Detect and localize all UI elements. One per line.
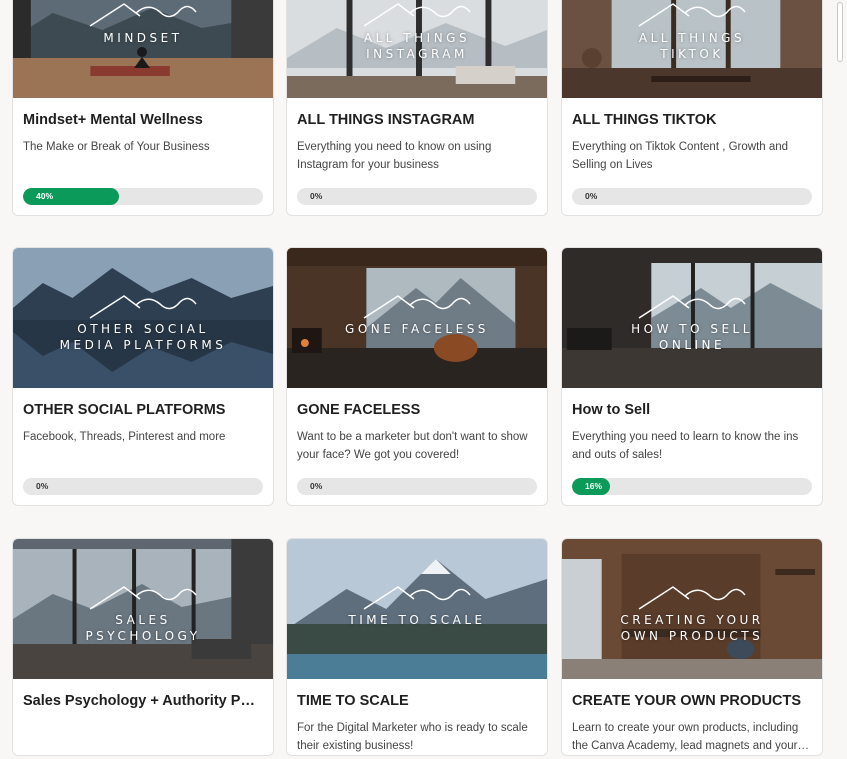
- course-thumbnail[interactable]: OTHER SOCIAL MEDIA PLATFORMS: [13, 248, 273, 388]
- thumbnail-title: OTHER SOCIAL MEDIA PLATFORMS: [59, 322, 227, 352]
- thumbnail-title: GONE FACELESS: [345, 322, 489, 336]
- course-name[interactable]: How to Sell: [572, 402, 812, 418]
- mountain-logo-icon: [638, 586, 746, 610]
- course-description: For the Digital Marketer who is ready to…: [297, 722, 528, 752]
- course-description: Everything on Tiktok Content , Growth an…: [572, 141, 789, 171]
- thumbnail-title: TIME TO SCALE: [348, 613, 486, 627]
- course-description: Want to be a marketer but don't want to …: [297, 431, 528, 461]
- course-description: Facebook, Threads, Pinterest and more: [23, 431, 226, 443]
- course-thumbnail[interactable]: CREATING YOUR OWN PRODUCTS: [562, 539, 822, 679]
- course-card-other-social[interactable]: OTHER SOCIAL MEDIA PLATFORMS OTHER SOCIA…: [12, 247, 274, 506]
- course-card-sales-psychology[interactable]: SALES PSYCHOLOGY Sales Psychology + Auth…: [12, 538, 274, 756]
- progress-bar: 0%: [572, 188, 812, 205]
- progress-label: 0%: [310, 481, 323, 491]
- progress-label: 0%: [310, 191, 323, 201]
- course-description: Learn to create your own products, inclu…: [572, 722, 799, 752]
- mountain-logo-icon: [89, 295, 197, 319]
- course-thumbnail[interactable]: ALL THINGS TIKTOK: [562, 0, 822, 98]
- scrollbar-thumb[interactable]: [837, 2, 843, 62]
- mountain-logo-icon: [638, 3, 746, 27]
- course-name[interactable]: Sales Psychology + Authority Positioning: [23, 693, 263, 709]
- course-name[interactable]: ALL THINGS TIKTOK: [572, 112, 812, 128]
- progress-bar: 16%: [572, 478, 812, 495]
- course-description: Everything you need to learn to know the…: [572, 431, 799, 461]
- thumbnail-title: ALL THINGS TIKTOK: [638, 31, 746, 61]
- course-card-create-products[interactable]: CREATING YOUR OWN PRODUCTS CREATE YOUR O…: [561, 538, 823, 756]
- course-card-instagram[interactable]: ALL THINGS INSTAGRAM ALL THINGS INSTAGRA…: [286, 0, 548, 216]
- course-thumbnail[interactable]: TIME TO SCALE: [287, 539, 547, 679]
- mountain-logo-icon: [89, 586, 197, 610]
- course-name[interactable]: Mindset+ Mental Wellness: [23, 112, 263, 128]
- mountain-logo-icon: [363, 3, 471, 27]
- course-name[interactable]: CREATE YOUR OWN PRODUCTS: [572, 693, 812, 709]
- course-description: [23, 719, 263, 755]
- course-card-how-to-sell[interactable]: HOW TO SELL ONLINE How to Sell Everythin…: [561, 247, 823, 506]
- thumbnail-title: CREATING YOUR OWN PRODUCTS: [620, 613, 764, 643]
- mountain-logo-icon: [638, 295, 746, 319]
- mountain-logo-icon: [89, 3, 197, 27]
- course-name[interactable]: GONE FACELESS: [297, 402, 537, 418]
- progress-bar: 40%: [23, 188, 263, 205]
- course-thumbnail[interactable]: GONE FACELESS: [287, 248, 547, 388]
- course-card-gone-faceless[interactable]: GONE FACELESS GONE FACELESS Want to be a…: [286, 247, 548, 506]
- course-thumbnail[interactable]: SALES PSYCHOLOGY: [13, 539, 273, 679]
- progress-label: 40%: [36, 191, 54, 201]
- course-card-tiktok[interactable]: ALL THINGS TIKTOK ALL THINGS TIKTOK Ever…: [561, 0, 823, 216]
- course-card-mindset[interactable]: MINDSET Mindset+ Mental Wellness The Mak…: [12, 0, 274, 216]
- course-thumbnail[interactable]: MINDSET: [13, 0, 273, 98]
- mountain-logo-icon: [363, 295, 471, 319]
- thumbnail-title: HOW TO SELL ONLINE: [631, 322, 753, 352]
- course-name[interactable]: TIME TO SCALE: [297, 693, 537, 709]
- course-card-time-to-scale[interactable]: TIME TO SCALE TIME TO SCALE For the Digi…: [286, 538, 548, 756]
- course-description: Everything you need to know on using Ins…: [297, 141, 492, 171]
- course-thumbnail[interactable]: HOW TO SELL ONLINE: [562, 248, 822, 388]
- course-name[interactable]: OTHER SOCIAL PLATFORMS: [23, 402, 263, 418]
- course-thumbnail[interactable]: ALL THINGS INSTAGRAM: [287, 0, 547, 98]
- progress-label: 0%: [585, 191, 598, 201]
- progress-bar: 0%: [297, 188, 537, 205]
- progress-label: 0%: [36, 481, 49, 491]
- thumbnail-title: MINDSET: [103, 31, 183, 45]
- progress-bar: 0%: [23, 478, 263, 495]
- page-scrollbar[interactable]: [835, 0, 847, 759]
- progress-label: 16%: [585, 481, 603, 491]
- progress-bar: 0%: [297, 478, 537, 495]
- thumbnail-title: ALL THINGS INSTAGRAM: [363, 31, 471, 61]
- thumbnail-title: SALES PSYCHOLOGY: [85, 613, 201, 643]
- course-name[interactable]: ALL THINGS INSTAGRAM: [297, 112, 537, 128]
- course-description: The Make or Break of Your Business: [23, 141, 210, 153]
- mountain-logo-icon: [363, 586, 471, 610]
